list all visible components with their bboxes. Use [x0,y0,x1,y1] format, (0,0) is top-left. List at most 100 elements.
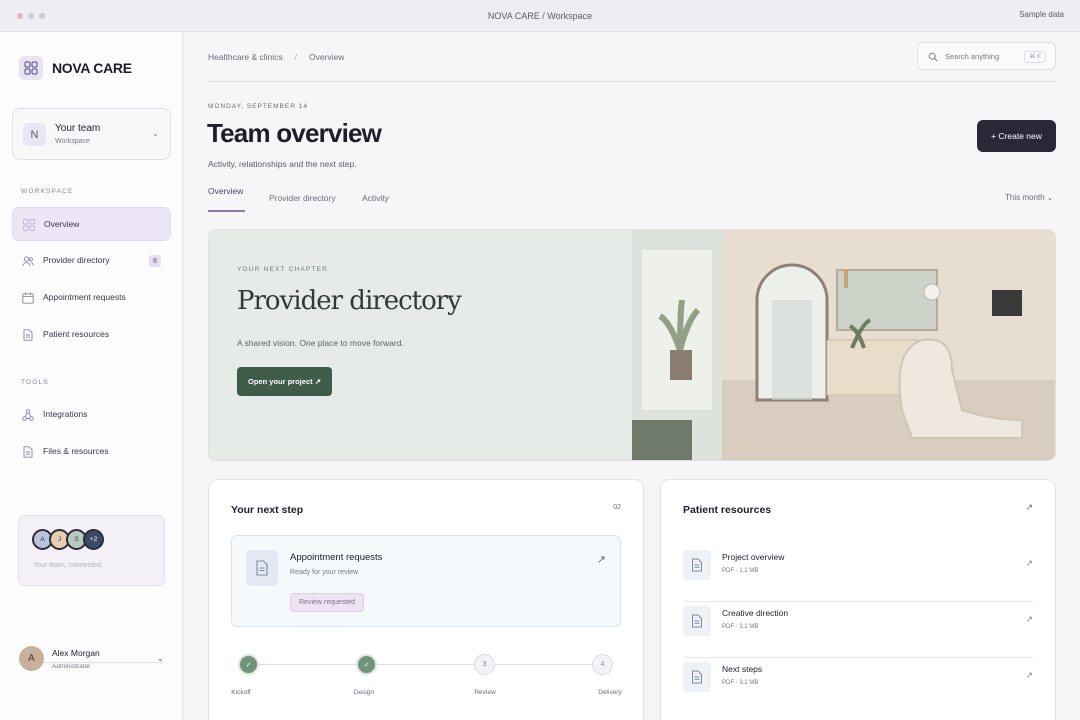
window-title: NOVA CARE / Workspace [487,11,593,21]
step-kickoff: ✓ [238,654,259,675]
resource-title: Creative direction [722,608,789,618]
calendar-icon [22,292,34,304]
sidebar-item-provider-directory[interactable]: Provider directory 8 [12,244,171,278]
window-titlebar: NOVA CARE / Workspace Sample data [0,0,1080,32]
file-icon [23,446,33,458]
active-tab-indicator [208,210,245,212]
task-title: Appointment requests [290,552,383,563]
team-switcher[interactable]: N Your team Workspace ⌄ [12,108,171,160]
sidebar: NOVA CARE N Your team Workspace ⌄ WORKSP… [0,32,183,720]
search-input[interactable]: Search anything [945,52,999,61]
sidebar-item-appointment-requests[interactable]: Appointment requests [12,281,171,315]
card-title: Patient resources [683,504,772,516]
brand-logo-icon [19,56,43,80]
sidebar-item-integrations[interactable]: Integrations [12,398,171,432]
tab-activity[interactable]: Activity [362,193,389,203]
breadcrumb: Healthcare & clinics / Overview [208,52,344,62]
brand[interactable]: NOVA CARE [19,56,132,80]
step-delivery: 4 [592,654,613,675]
team-connected-text: Your team, connected. [33,562,103,569]
current-date: MONDAY, SEPTEMBER 14 [208,103,308,110]
resource-meta: PDF · 2.2 MB [722,624,759,630]
team-subtitle: Workspace [55,138,90,145]
sidebar-item-label: Integrations [43,409,88,419]
sidebar-item-label: Files & resources [43,446,109,456]
resource-meta: PDF · 1.2 MB [722,568,759,574]
arrow-up-right-icon[interactable]: ↗ [597,553,606,566]
search-box[interactable]: Search anything ⌘ K [917,42,1056,70]
document-icon [23,329,33,341]
team-avatars: A J S +2 [32,529,104,550]
sidebar-item-label: Patient resources [43,329,110,339]
hero-banner: YOUR NEXT CHAPTER Provider directory A s… [208,229,1056,461]
next-step-card: Your next step 02 Appointment requests R… [208,479,644,720]
sidebar-item-overview[interactable]: Overview [12,207,171,241]
create-new-button[interactable]: + Create new [977,120,1056,152]
hero-title: Provider directory [237,286,462,316]
keyboard-shortcut: ⌘ K [1024,51,1046,63]
sidebar-item-files-resources[interactable]: Files & resources [12,435,171,469]
status-badge: Review requested [290,593,365,612]
tab-provider-directory[interactable]: Provider directory [269,193,336,203]
hero-eyebrow: YOUR NEXT CHAPTER [237,266,329,273]
page-title: Team overview [207,118,382,148]
card-title: Your next step [231,504,304,516]
section-label-tools: TOOLS [21,379,49,386]
brand-name: NOVA CARE [52,60,132,76]
team-avatar: N [23,123,46,146]
divider [208,81,1056,82]
resource-item[interactable]: Project overview PDF · 1.2 MB ↗ [683,546,1033,602]
sidebar-item-label: Overview [44,219,80,229]
search-icon [928,52,938,62]
user-role: Administrator [52,663,91,670]
breadcrumb-item[interactable]: Healthcare & clinics [208,52,283,62]
step-label: Kickoff [231,689,251,696]
resource-title: Next steps [722,664,763,674]
patient-resources-card: Patient resources ↗ Project overview PDF… [660,479,1056,720]
sidebar-item-label: Provider directory [43,255,110,265]
sidebar-item-label: Appointment requests [43,292,126,302]
document-icon [683,606,711,636]
resource-meta: PDF · 3.2 MB [722,680,759,686]
arrow-up-right-icon[interactable]: ↗ [1025,670,1033,681]
users-icon [22,256,34,267]
team-name: Your team [55,123,101,134]
stepper-track [249,664,604,665]
step-label: Delivery [598,689,622,696]
chevron-down-icon[interactable]: ⌄ [157,654,164,663]
step-count: 02 [613,504,621,511]
arrow-up-right-icon[interactable]: ↗ [1025,558,1033,569]
step-label: Design [353,689,375,696]
count-badge: 8 [149,255,161,267]
page-subtitle: Activity, relationships and the next ste… [208,159,357,169]
user-avatar[interactable]: A [19,646,44,671]
document-icon [246,550,278,586]
task-appointment-requests[interactable]: Appointment requests Ready for your revi… [231,535,621,627]
sidebar-item-patient-resources[interactable]: Patient resources [12,318,171,352]
arrow-up-right-icon[interactable]: ↗ [1025,614,1033,625]
breadcrumb-separator: / [294,52,298,62]
user-name[interactable]: Alex Morgan [52,648,100,658]
clinic-interior-image [632,230,1055,460]
arrow-up-right-icon[interactable]: ↗ [1025,502,1033,513]
step-design: ✓ [356,654,377,675]
integrations-icon [22,409,34,421]
grid-icon [23,219,35,231]
period-select[interactable]: This month ⌄ [1005,193,1054,202]
open-project-button[interactable]: Open your project ↗ [237,367,332,396]
tab-overview[interactable]: Overview [208,186,243,196]
section-label-workspace: WORKSPACE [21,188,74,195]
hero-subtitle: A shared vision. One place to move forwa… [237,338,404,348]
document-icon [683,550,711,580]
breadcrumb-current: Overview [309,52,345,62]
team-connected-card[interactable]: A J S +2 Your team, connected. [18,515,165,586]
resource-item[interactable]: Next steps PDF · 3.2 MB ↗ [683,658,1033,714]
task-subtitle: Ready for your review [290,569,359,576]
step-label: Review [474,689,496,696]
avatar-more: +2 [83,529,104,550]
chevron-down-icon: ⌄ [152,129,159,138]
resource-title: Project overview [722,552,785,562]
sample-data-label: Sample data [1019,10,1064,19]
document-icon [683,662,711,692]
resource-item[interactable]: Creative direction PDF · 2.2 MB ↗ [683,602,1033,658]
